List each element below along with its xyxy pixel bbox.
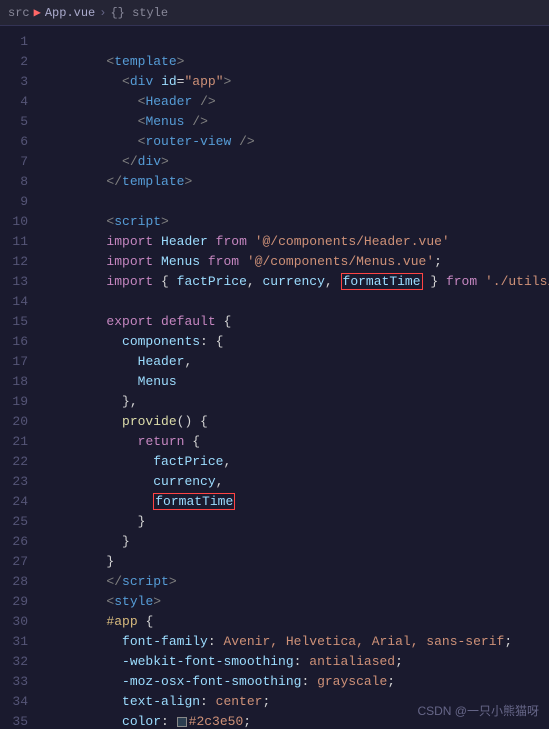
editor-container: src ▶ App.vue › {} style 1 2 3 4 5 6 7 8…	[0, 0, 549, 729]
breadcrumb-bar: src ▶ App.vue › {} style	[0, 0, 549, 26]
line-numbers: 1 2 3 4 5 6 7 8 9 10 11 12 13 14 15 16 1…	[0, 26, 36, 729]
breadcrumb-arrow: ▶	[34, 5, 41, 20]
code-line-14: export default {	[44, 292, 541, 312]
breadcrumb-section: {} style	[110, 6, 168, 20]
code-area: 1 2 3 4 5 6 7 8 9 10 11 12 13 14 15 16 1…	[0, 26, 549, 729]
breadcrumb-src: src	[8, 6, 30, 20]
code-line-27: </script>	[44, 552, 541, 572]
breadcrumb-file: App.vue	[45, 6, 95, 20]
code-content: <template> <div id="app"> <Header /> <Me…	[36, 26, 549, 729]
breadcrumb-separator: ›	[99, 6, 106, 20]
code-line-1: <template>	[44, 32, 541, 52]
watermark: CSDN @一只小熊猫呀	[417, 702, 539, 719]
color-swatch	[177, 717, 187, 727]
code-line-9: <script>	[44, 192, 541, 212]
